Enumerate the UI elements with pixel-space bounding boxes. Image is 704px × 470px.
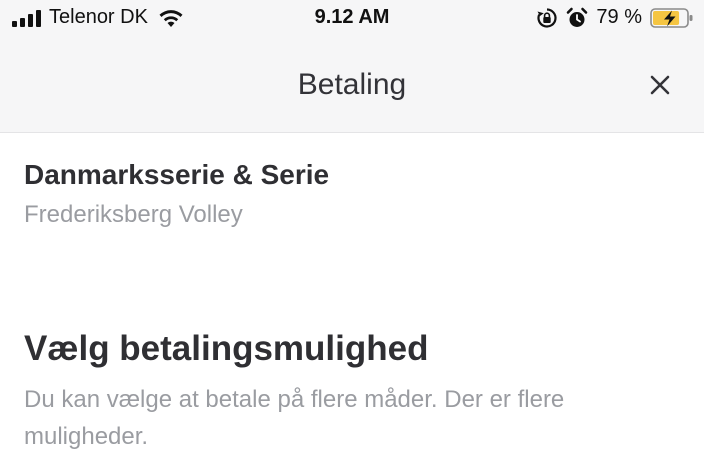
battery-percent: 79 % (596, 6, 642, 28)
battery-charging-icon (650, 7, 693, 28)
nav-bar: Betaling (0, 38, 704, 133)
club-name: Frederiksberg Volley (24, 201, 243, 228)
team-name: Danmarksserie & Serie (24, 159, 330, 190)
rotation-lock-icon (537, 7, 557, 28)
status-right: 79 % (536, 6, 694, 29)
close-icon[interactable] (646, 71, 674, 99)
page-title: Betaling (297, 68, 407, 101)
alarm-icon (567, 7, 588, 27)
payment-description: Du kan vælge at betale på flere måder. D… (24, 386, 565, 450)
payment-heading: Vælg betalingsmulighed (24, 329, 429, 368)
status-bar: Telenor DK 9.12 AM 79 % (0, 0, 704, 38)
